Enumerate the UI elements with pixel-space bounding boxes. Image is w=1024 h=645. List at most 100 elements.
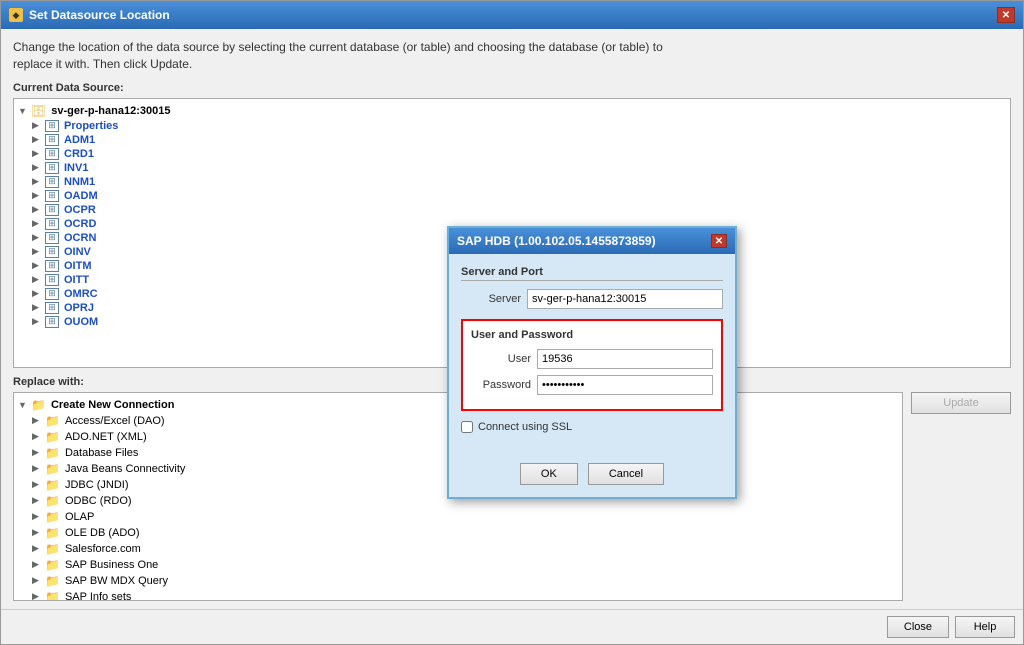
ssl-checkbox[interactable] [461, 421, 473, 433]
tree-node-inv1[interactable]: ▶ INV1 [18, 161, 1006, 175]
replace-label-sapinfo: SAP Info sets [65, 591, 131, 601]
tree-label-nnm1: NNM1 [64, 176, 95, 188]
tree-root-node[interactable]: ▼ 🗄 sv-ger-p-hana12:30015 [18, 103, 1006, 119]
expand-icon: ▶ [32, 288, 42, 299]
expand-icon: ▶ [32, 218, 42, 229]
tree-label-oadm: OADM [64, 190, 98, 202]
replace-item-olap[interactable]: ▶ 📁 OLAP [18, 509, 898, 525]
server-row: Server [461, 289, 723, 309]
table-icon [45, 162, 59, 174]
expand-icon: ▶ [32, 204, 42, 215]
expand-icon: ▶ [32, 302, 42, 313]
description-line1: Change the location of the data source b… [13, 40, 663, 54]
folder-icon: 📁 [45, 430, 60, 444]
window-close-button[interactable]: ✕ [997, 7, 1015, 23]
server-label: Server [461, 293, 521, 305]
tree-node-crd1[interactable]: ▶ CRD1 [18, 147, 1006, 161]
folder-icon: 📁 [45, 414, 60, 428]
expand-icon: ▶ [32, 176, 42, 187]
table-icon [45, 232, 59, 244]
password-input[interactable] [537, 375, 713, 395]
dialog-close-button[interactable]: ✕ [711, 234, 727, 248]
expand-icon: ▶ [32, 190, 42, 201]
expand-icon: ▶ [32, 232, 42, 243]
help-button[interactable]: Help [955, 616, 1015, 638]
cancel-button[interactable]: Cancel [588, 463, 664, 485]
description-line2: replace it with. Then click Update. [13, 57, 192, 71]
folder-icon: 📁 [45, 510, 60, 524]
folder-icon: 📁 [45, 478, 60, 492]
tree-label-adm1: ADM1 [64, 134, 95, 146]
tree-label-ocrn: OCRN [64, 232, 96, 244]
user-label: User [471, 353, 531, 365]
table-icon [45, 316, 59, 328]
tree-label-ouom: OUOM [64, 316, 98, 328]
password-row: Password [471, 375, 713, 395]
server-input[interactable] [527, 289, 723, 309]
current-source-label: Current Data Source: [13, 82, 1011, 94]
update-button[interactable]: Update [911, 392, 1011, 414]
replace-item-sapbw[interactable]: ▶ 📁 SAP BW MDX Query [18, 573, 898, 589]
tree-toggle: ▼ [18, 400, 28, 410]
tree-label-inv1: INV1 [64, 162, 88, 174]
table-icon [45, 176, 59, 188]
tree-node-oadm[interactable]: ▶ OADM [18, 189, 1006, 203]
tree-node-nnm1[interactable]: ▶ NNM1 [18, 175, 1006, 189]
tree-node-properties[interactable]: ▶ Properties [18, 119, 1006, 133]
tree-label-properties: Properties [64, 120, 118, 132]
replace-item-sapb1[interactable]: ▶ 📁 SAP Business One [18, 557, 898, 573]
footer-bar: Close Help [1, 609, 1023, 644]
tree-root-label: sv-ger-p-hana12:30015 [51, 105, 170, 117]
folder-icon: 📁 [45, 446, 60, 460]
replace-item-salesforce[interactable]: ▶ 📁 Salesforce.com [18, 541, 898, 557]
folder-icon: 📁 [45, 526, 60, 540]
expand-icon: ▶ [32, 591, 42, 601]
expand-icon: ▶ [32, 543, 42, 554]
replace-label-javabeans: Java Beans Connectivity [65, 463, 185, 475]
replace-item-oledb[interactable]: ▶ 📁 OLE DB (ADO) [18, 525, 898, 541]
expand-icon: ▶ [32, 162, 42, 173]
description-text: Change the location of the data source b… [13, 39, 1011, 74]
close-button[interactable]: Close [887, 616, 949, 638]
folder-icon: 📁 [45, 542, 60, 556]
user-input[interactable] [537, 349, 713, 369]
folder-icon: 📁 [45, 558, 60, 572]
user-password-section: User and Password User Password [461, 319, 723, 411]
title-bar-left: ◆ Set Datasource Location [9, 8, 170, 22]
folder-icon: 📁 [45, 574, 60, 588]
replace-label-dbfiles: Database Files [65, 447, 138, 459]
dialog-footer: OK Cancel [449, 457, 735, 497]
expand-icon: ▶ [32, 148, 42, 159]
replace-label-oledb: OLE DB (ADO) [65, 527, 140, 539]
expand-icon: ▶ [32, 134, 42, 145]
table-icon [45, 302, 59, 314]
expand-icon: ▶ [32, 575, 42, 586]
expand-icon: ▶ [32, 415, 42, 426]
dialog-title-bar: SAP HDB (1.00.102.05.1455873859) ✕ [449, 228, 735, 254]
expand-icon: ▶ [32, 479, 42, 490]
replace-label-jdbc: JDBC (JNDI) [65, 479, 129, 491]
table-icon [45, 204, 59, 216]
replace-label-sapb1: SAP Business One [65, 559, 158, 571]
replace-label-adonet: ADO.NET (XML) [65, 431, 147, 443]
user-password-section-label: User and Password [471, 329, 713, 343]
expand-icon: ▶ [32, 527, 42, 538]
expand-icon: ▶ [32, 316, 42, 327]
expand-icon: ▶ [32, 274, 42, 285]
tree-node-adm1[interactable]: ▶ ADM1 [18, 133, 1006, 147]
ok-button[interactable]: OK [520, 463, 578, 485]
replace-item-sapinfo[interactable]: ▶ 📁 SAP Info sets [18, 589, 898, 601]
table-icon [45, 190, 59, 202]
window-title: Set Datasource Location [29, 8, 170, 22]
tree-node-ocpr[interactable]: ▶ OCPR [18, 203, 1006, 217]
tree-label-omrc: OMRC [64, 288, 98, 300]
sap-hdb-dialog: SAP HDB (1.00.102.05.1455873859) ✕ Serve… [447, 226, 737, 499]
tree-label-oitt: OITT [64, 274, 89, 286]
expand-icon: ▶ [32, 463, 42, 474]
app-icon: ◆ [9, 8, 23, 22]
folder-icon: 📁 [31, 398, 46, 412]
tree-label-crd1: CRD1 [64, 148, 94, 160]
db-icon: 🗄 [31, 104, 46, 118]
table-icon [45, 120, 59, 132]
table-icon [45, 134, 59, 146]
